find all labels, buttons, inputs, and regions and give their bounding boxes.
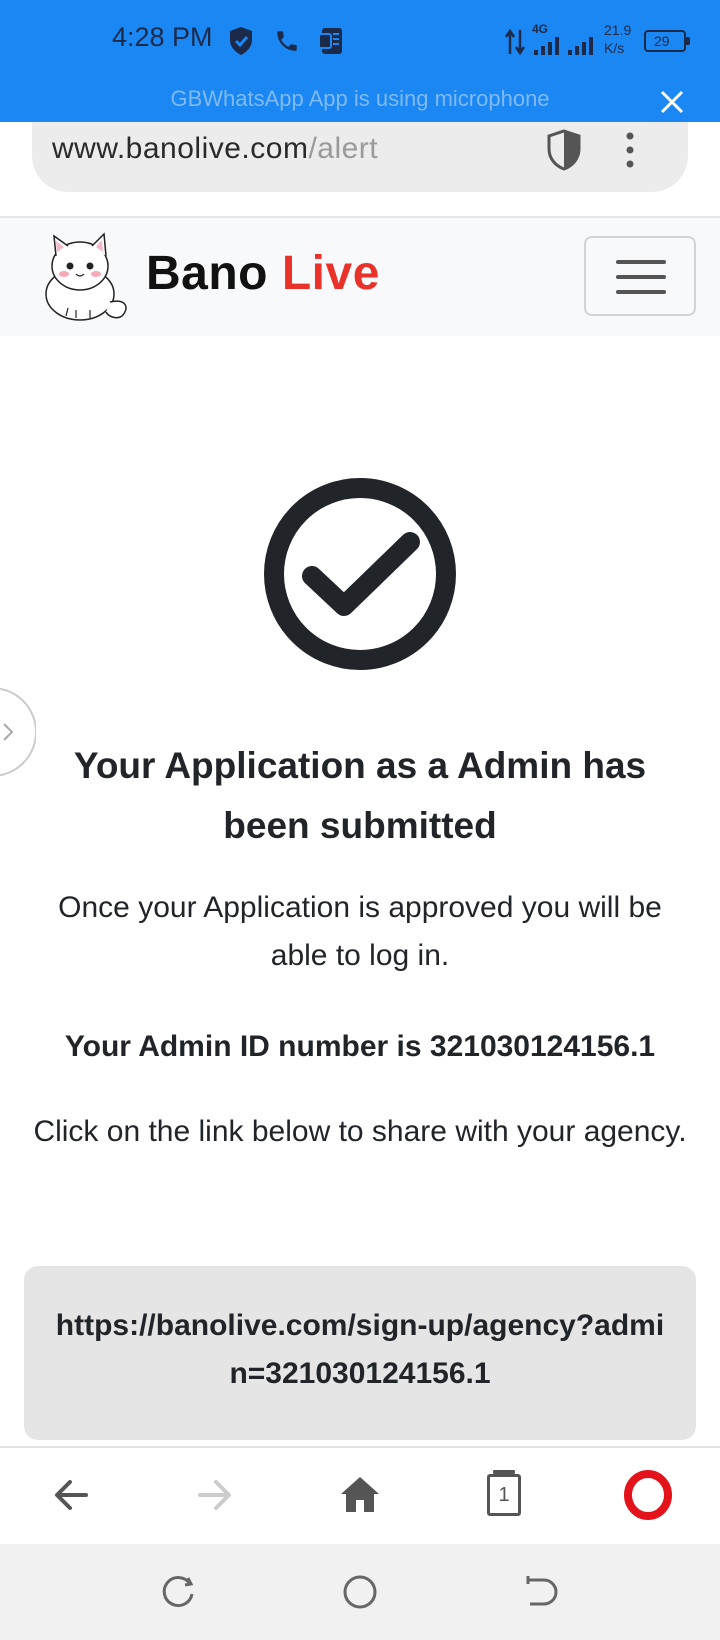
voicemail-icon (318, 28, 342, 54)
address-bar[interactable]: www.banolive.com/alert (32, 122, 688, 192)
url-text[interactable]: www.banolive.com/alert (52, 132, 378, 166)
brand-first-word: Bano (146, 247, 268, 300)
back-icon[interactable] (518, 1570, 562, 1614)
url-path: /alert (308, 132, 379, 165)
data-arrows-icon (504, 28, 526, 56)
browser-bottom-bar: 1 (0, 1446, 720, 1544)
approval-message: Once your Application is approved you wi… (58, 891, 662, 972)
tab-count: 1 (498, 1484, 510, 1506)
share-link-box[interactable]: https://banolive.com/sign-up/agency?admi… (24, 1266, 696, 1440)
close-icon[interactable] (656, 86, 688, 118)
address-bar-area: www.banolive.com/alert (0, 122, 720, 216)
share-instruction: Click on the link below to share with yo… (33, 1115, 687, 1148)
home-circle-icon[interactable] (338, 1570, 382, 1614)
forward-arrow-icon[interactable] (190, 1470, 240, 1520)
cat-logo[interactable] (34, 228, 134, 324)
share-link[interactable]: https://banolive.com/sign-up/agency?admi… (54, 1302, 666, 1398)
brand-name[interactable]: Bano Live (146, 246, 380, 301)
speed-unit: K/s (604, 40, 625, 56)
back-arrow-icon[interactable] (46, 1470, 96, 1520)
more-options-icon[interactable] (622, 130, 638, 170)
security-shield-icon[interactable] (544, 128, 584, 172)
phone-icon (277, 31, 297, 51)
network-type: 4G (532, 22, 549, 36)
page-heading: Your Application as a Admin has been sub… (73, 745, 647, 846)
battery-level: 29 (654, 33, 670, 49)
menu-toggle-button[interactable] (584, 236, 696, 316)
side-panel-tab[interactable] (0, 684, 36, 780)
recent-apps-icon[interactable] (158, 1570, 202, 1614)
battery-icon: 29 (644, 30, 690, 52)
microphone-notification: GBWhatsApp App is using microphone (170, 86, 550, 111)
home-icon[interactable] (335, 1470, 385, 1520)
brand-second-word: Live (281, 247, 380, 300)
speed-value: 21.9 (604, 22, 632, 38)
signal-icon (534, 37, 593, 55)
check-circle-icon (264, 478, 456, 670)
hamburger-icon (616, 260, 666, 264)
site-navbar: Bano Live (0, 218, 720, 336)
system-navigation-bar (0, 1544, 720, 1640)
opera-icon[interactable] (623, 1470, 673, 1520)
tabs-icon[interactable]: 1 (479, 1470, 529, 1520)
url-domain: www.banolive.com (52, 132, 309, 165)
shield-icon (230, 27, 252, 55)
status-time: 4:28 PM (112, 22, 213, 52)
admin-id-text: Your Admin ID number is 321030124156.1 (64, 1030, 656, 1063)
status-bar: 4:28 PM 4G 21.9 K/s 29 GBWhatsApp App is… (0, 0, 720, 122)
